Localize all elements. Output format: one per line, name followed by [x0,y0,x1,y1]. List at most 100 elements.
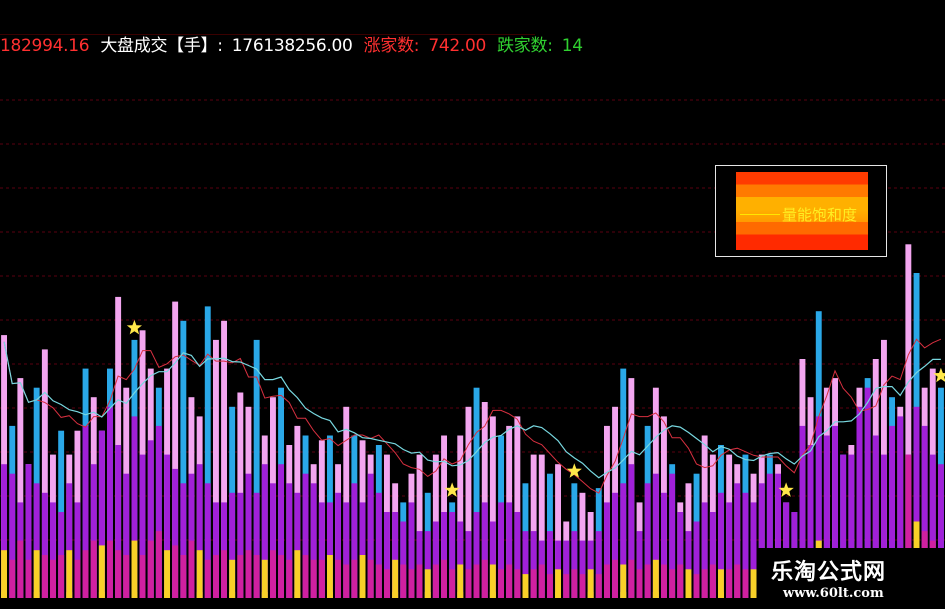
volume-bar-base [734,564,741,598]
volume-bar-base [188,540,195,598]
volume-bar-base [310,559,317,598]
volume-bar-base [604,564,610,598]
volume-bar-base [514,569,521,598]
volume-bar-base [270,550,276,598]
volume-bar-base [213,555,219,598]
volume-bar-foot [620,592,627,598]
volume-bar-base [628,559,635,598]
volume-bar-base [481,559,488,598]
volume-bar-base [302,555,309,598]
volume-bar-base [441,559,447,598]
volume-bar-foot [327,592,333,598]
volume-bar-base [9,559,16,598]
down-count-value: 14 [561,36,583,56]
volume-bar-base [359,555,366,598]
volume-bar-base [25,559,32,598]
volume-bar-base [538,564,545,598]
volume-bar-base [172,545,179,598]
volume-bar-base [1,550,8,598]
volume-bar-base [318,559,325,598]
volume-bar-base [571,569,578,598]
volume-bar-base [595,574,602,598]
volume-bar-base [579,574,586,598]
volume-bar-base [661,564,667,598]
volume-bar-base [286,559,293,598]
volume-bar-base [50,559,56,598]
volume-bar-base [253,555,260,598]
volume-bar-base [82,550,89,598]
volume-bar-foot [522,592,529,598]
volume-bar-base [155,531,162,598]
volume-bar-base [41,555,48,598]
volume-bar-foot [131,592,138,598]
volume-bar-foot [457,592,464,598]
volume-bar-foot [33,592,40,598]
volume-bar-base [636,569,643,598]
volume-bar-base [384,569,390,598]
volume-bar-foot [652,592,659,598]
volume-bar-base [669,569,676,598]
legend-box: 量能饱和度 [715,165,887,257]
legend-label: 量能饱和度 [782,206,858,224]
volume-bar-foot [587,592,594,598]
volume-bar-foot [164,592,170,598]
signal-star-icon [566,463,582,478]
volume-bar-base [709,564,716,598]
watermark-url: www.60lt.com [783,586,884,601]
volume-bar-base [107,540,113,598]
volume-bar-base [17,540,24,598]
volume-bar-base [563,574,570,598]
volume-bar-base [335,559,341,598]
volume-bar-base [139,555,146,598]
volume-bar-base [473,564,480,598]
index-status-header: 182994.16 大盘成交【手】: 176138256.00 涨家数: 742… [0,33,583,59]
volume-chart [0,99,945,599]
volume-chart-window: { "header": { "prefix_value": "182994.16… [0,0,945,609]
volume-bar-base [367,559,374,598]
volume-bar-base [351,559,358,598]
volume-bar-base [742,569,749,598]
volume-bar-base [400,564,407,598]
volume-bar-base [530,569,537,598]
volume-bar-base [180,555,187,598]
volume-bar-foot [489,592,496,598]
volume-bar-base [58,555,65,598]
volume-bar-base [115,550,122,598]
volume-bar-base [204,559,211,598]
prefix-value: 182994.16 [0,36,90,56]
volume-bar-base [66,550,73,598]
volume-bar-base [74,559,81,598]
volume-bar-base [123,555,130,598]
legend-line [740,214,780,215]
volume-bar-base [432,564,439,598]
volume-bar-base [131,540,138,598]
volume-bar-base [408,569,415,598]
volume-bar-base [98,545,105,598]
turnover-value: 176138256.00 [231,36,353,56]
up-count-label: 涨家数: [363,36,420,56]
volume-bar-foot [229,592,236,598]
volume-bar-base [375,564,382,598]
watermark: 乐淘公式网 www.60lt.com [757,548,945,609]
volume-bar-foot [1,592,8,598]
volume-bar-base [612,559,618,598]
volume-bar-foot [685,592,692,598]
volume-bar-base [245,550,252,598]
volume-bar-base [449,569,456,598]
volume-bar-base [237,555,244,598]
volume-bar-base [221,550,227,598]
turnover-label: 大盘成交【手】: [100,36,223,56]
volume-bar-foot [359,592,366,598]
volume-bar-base [33,550,40,598]
volume-bar-base [343,564,350,598]
volume-bar-foot [424,592,431,598]
volume-bar-base [693,574,700,598]
volume-bar-foot [392,592,399,598]
volume-bar-foot [718,592,724,598]
volume-bar-foot [555,592,561,598]
watermark-title: 乐淘公式网 [771,560,887,585]
volume-bar-base [677,564,684,598]
volume-bar-foot [261,592,268,598]
volume-bars [1,244,944,599]
volume-bar-foot [294,592,301,598]
